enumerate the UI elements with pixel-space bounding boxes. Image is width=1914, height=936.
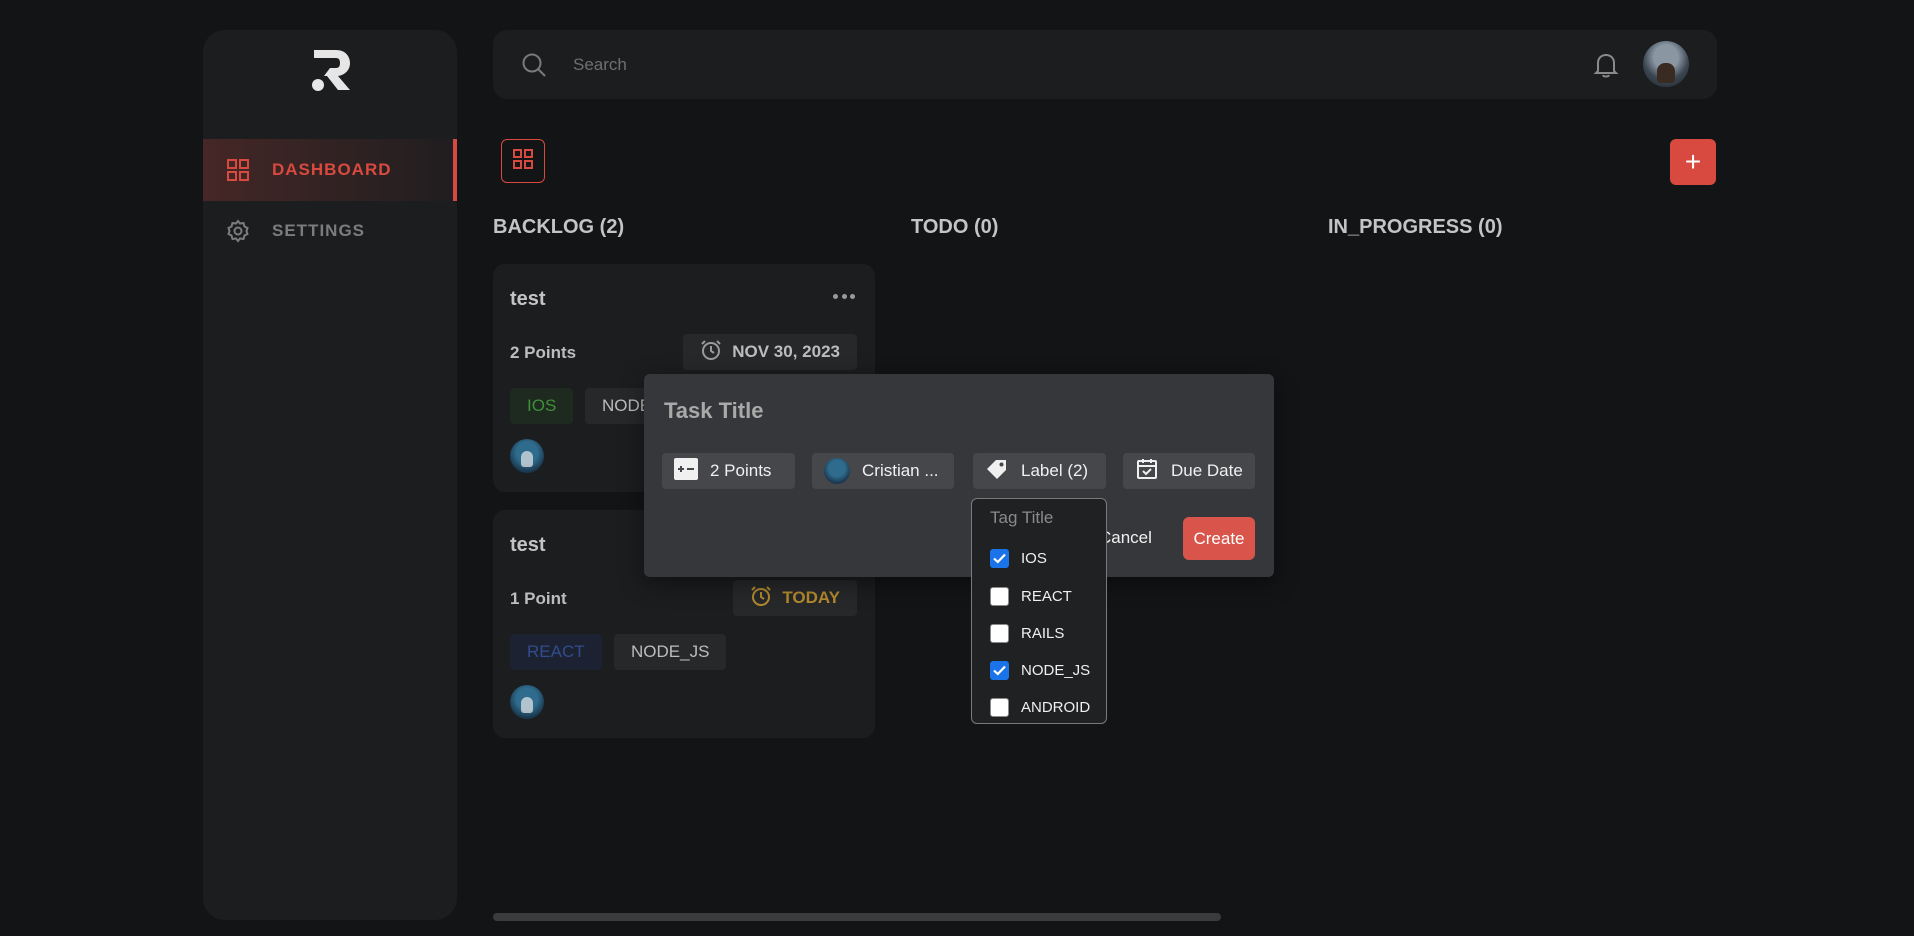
tag-option-node-js[interactable]: NODE_JS <box>990 659 1090 681</box>
more-options-icon[interactable] <box>833 294 855 300</box>
points-button[interactable]: 2 Points <box>662 453 795 489</box>
checkbox[interactable] <box>990 586 1009 606</box>
tag: IOS <box>510 388 574 424</box>
tag-option-label: NODE_JS <box>1021 661 1091 679</box>
assignee-label: Cristian ... <box>862 461 939 480</box>
due-date-label: Due Date <box>1171 461 1243 480</box>
due-date-badge: TODAY <box>733 580 857 616</box>
calendar-icon <box>1135 457 1159 486</box>
assignee-button[interactable]: Cristian ... <box>812 453 954 489</box>
grid-icon <box>512 148 534 175</box>
tag-option-label: ANDROID <box>1021 698 1091 716</box>
tag-icon <box>985 457 1009 486</box>
checkbox[interactable] <box>990 697 1009 717</box>
search-input[interactable] <box>571 46 1475 84</box>
plus-icon: + <box>1684 146 1702 177</box>
points-label: 2 Points <box>710 461 772 480</box>
due-date-badge: NOV 30, 2023 <box>683 334 857 370</box>
due-date-text: NOV 30, 2023 <box>732 342 840 361</box>
search-icon <box>521 52 547 78</box>
label-button-text: Label (2) <box>1021 461 1089 480</box>
create-button[interactable]: Create <box>1183 517 1255 560</box>
column-title-in-progress: IN_PROGRESS (0) <box>1328 216 1503 238</box>
tag-option-label: RAILS <box>1021 624 1065 642</box>
checkbox[interactable] <box>990 548 1009 568</box>
dashboard-grid-icon <box>226 158 250 182</box>
sidebar-item-settings[interactable]: SETTINGS <box>203 200 457 262</box>
tag: REACT <box>510 634 602 670</box>
avatar <box>510 439 544 473</box>
dropdown-title: Tag Title <box>990 508 1054 527</box>
sidebar-item-label: SETTINGS <box>272 221 366 240</box>
due-date-text: TODAY <box>782 588 840 607</box>
task-title-input[interactable] <box>662 392 1226 430</box>
label-button[interactable]: Label (2) <box>973 453 1106 489</box>
tag-option-android[interactable]: ANDROID <box>990 696 1090 718</box>
alarm-clock-icon <box>750 585 772 612</box>
grid-view-toggle-button[interactable] <box>501 139 545 183</box>
card-title: test <box>510 534 546 556</box>
card-points: 2 Points <box>510 343 577 362</box>
checkbox[interactable] <box>990 660 1009 680</box>
tag-option-label: IOS <box>1021 549 1047 567</box>
column-title-backlog: BACKLOG (2) <box>493 216 625 238</box>
due-date-button[interactable]: Due Date <box>1123 453 1255 489</box>
top-bar <box>493 30 1717 99</box>
create-task-modal: 2 Points Cristian ... Label (2) Due Date… <box>644 374 1274 577</box>
add-task-button[interactable]: + <box>1670 139 1716 185</box>
sidebar-item-dashboard[interactable]: DASHBOARD <box>203 139 457 201</box>
points-icon <box>674 457 698 485</box>
alarm-clock-icon <box>700 339 722 366</box>
avatar <box>824 458 850 484</box>
avatar[interactable] <box>1643 41 1689 87</box>
checkbox[interactable] <box>990 623 1009 643</box>
tag-dropdown: Tag Title IOS REACT RAILS NODE_JS ANDROI… <box>971 498 1107 724</box>
sidebar: DASHBOARD SETTINGS <box>203 30 457 920</box>
horizontal-scrollbar[interactable] <box>493 913 1221 921</box>
gear-icon <box>226 219 250 243</box>
tag-option-label: REACT <box>1021 587 1072 605</box>
column-title-todo: TODO (0) <box>911 216 999 238</box>
tag-option-rails[interactable]: RAILS <box>990 622 1064 644</box>
app-logo[interactable] <box>308 48 352 94</box>
sidebar-item-label: DASHBOARD <box>272 160 392 179</box>
tag-option-ios[interactable]: IOS <box>990 547 1047 569</box>
avatar <box>510 685 544 719</box>
bell-icon[interactable] <box>1593 51 1619 79</box>
tag: NODE_JS <box>614 634 727 670</box>
card-points: 1 Point <box>510 589 567 608</box>
card-title: test <box>510 288 546 310</box>
tag-option-react[interactable]: REACT <box>990 585 1072 607</box>
